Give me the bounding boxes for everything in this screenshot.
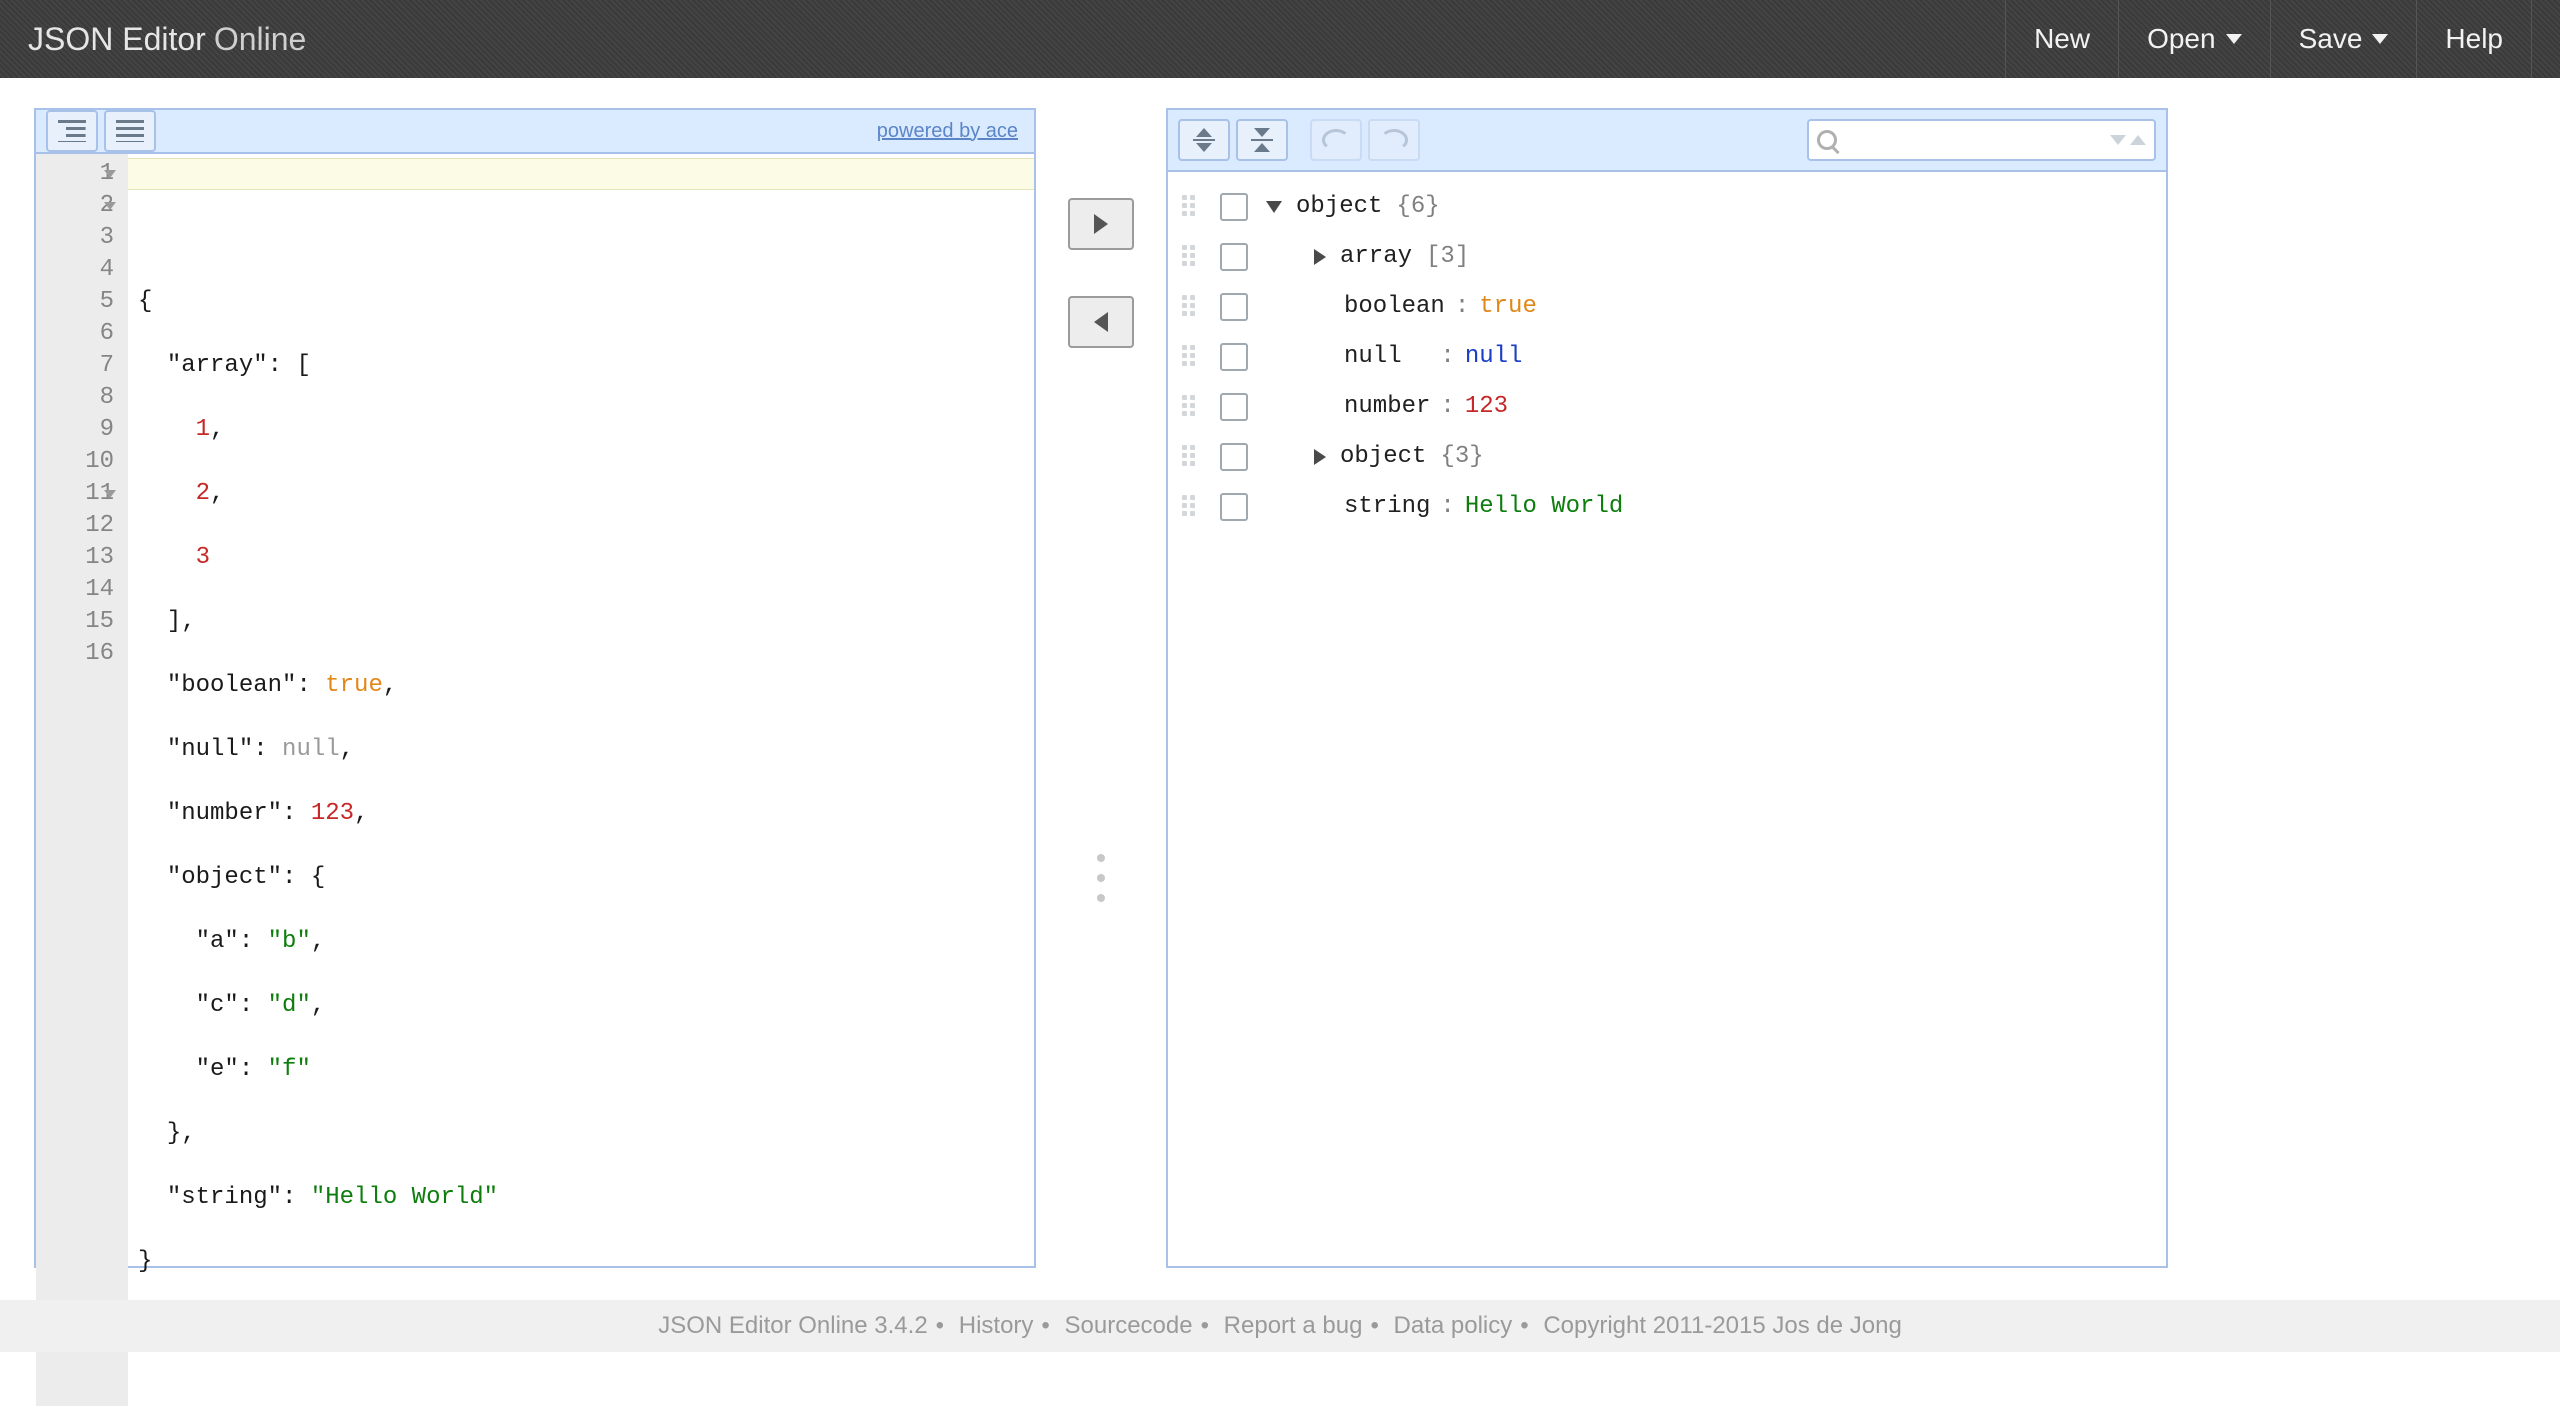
drag-handle-icon[interactable] <box>1182 345 1206 369</box>
tree-node-array[interactable]: array [3] <box>1182 232 2152 282</box>
arrow-left-icon <box>1094 312 1108 332</box>
dropdown-icon <box>2226 34 2242 44</box>
tree-value[interactable]: null <box>1465 332 1523 382</box>
drag-handle-icon[interactable] <box>1182 195 1206 219</box>
tree-node-null[interactable]: null : null <box>1182 332 2152 382</box>
menu-help[interactable]: Help <box>2416 0 2532 78</box>
separator: : <box>1402 332 1465 382</box>
compact-button[interactable] <box>104 110 156 152</box>
app-title-light: Online <box>214 21 307 58</box>
menu-save[interactable]: Save <box>2270 0 2417 78</box>
line-gutter: 1 2 3 4 5 6 7 8 9 10 11 12 13 14 15 16 <box>36 154 128 1406</box>
redo-button[interactable] <box>1368 119 1420 161</box>
undo-icon <box>1322 129 1350 151</box>
tree-key[interactable]: number <box>1344 382 1430 432</box>
tree-node-boolean[interactable]: boolean : true <box>1182 282 2152 332</box>
transfer-column <box>1036 108 1166 1268</box>
code-editor[interactable]: 1 2 3 4 5 6 7 8 9 10 11 12 13 14 15 16 {… <box>36 154 1034 1406</box>
tree-root[interactable]: object {6} <box>1182 182 2152 232</box>
redo-icon <box>1380 129 1408 151</box>
collapse-all-button[interactable] <box>1236 119 1288 161</box>
tree-toolbar <box>1168 110 2166 172</box>
caret-down-icon[interactable] <box>1266 201 1282 213</box>
tree-node-object[interactable]: object {3} <box>1182 432 2152 482</box>
format-button[interactable] <box>46 110 98 152</box>
expand-all-icon <box>1193 128 1215 152</box>
drag-handle-icon[interactable] <box>1182 445 1206 469</box>
collapse-all-icon <box>1251 128 1273 152</box>
main-area: powered by ace 1 2 3 4 5 6 7 8 9 10 11 1… <box>0 78 2560 1298</box>
caret-right-icon[interactable] <box>1314 449 1326 465</box>
compact-icon <box>116 120 144 142</box>
app-header: JSON Editor Online New Open Save Help <box>0 0 2560 78</box>
tree-node-string[interactable]: string : Hello World <box>1182 482 2152 532</box>
drag-handle-icon[interactable] <box>1182 395 1206 419</box>
footer-copyright: Copyright 2011-2015 Jos de Jong <box>1535 1312 1909 1339</box>
separator: : <box>1430 482 1464 532</box>
search-box[interactable] <box>1807 119 2156 161</box>
tree-key[interactable]: string <box>1344 482 1430 532</box>
node-menu-icon[interactable] <box>1220 393 1248 421</box>
drag-handle-icon[interactable] <box>1182 245 1206 269</box>
node-menu-icon[interactable] <box>1220 243 1248 271</box>
app-title-strong: JSON Editor <box>28 21 206 58</box>
caret-right-icon[interactable] <box>1314 249 1326 265</box>
node-menu-icon[interactable] <box>1220 343 1248 371</box>
main-menu: New Open Save Help <box>2005 0 2532 78</box>
undo-button[interactable] <box>1310 119 1362 161</box>
expand-all-button[interactable] <box>1178 119 1230 161</box>
node-menu-icon[interactable] <box>1220 193 1248 221</box>
fold-icon[interactable] <box>104 202 116 210</box>
code-panel: powered by ace 1 2 3 4 5 6 7 8 9 10 11 1… <box>34 108 1036 1268</box>
node-menu-icon[interactable] <box>1220 493 1248 521</box>
powered-by-link[interactable]: powered by ace <box>877 120 1018 143</box>
tree-editor[interactable]: object {6} array [3] boolean : true <box>1168 172 2166 1266</box>
search-next-icon[interactable] <box>2110 135 2126 145</box>
separator: : <box>1430 382 1464 432</box>
footer-bug-link[interactable]: Report a bug <box>1216 1312 1371 1339</box>
tree-root-label: object <box>1296 182 1382 232</box>
tree-value[interactable]: true <box>1479 282 1537 332</box>
footer-policy-link[interactable]: Data policy <box>1386 1312 1521 1339</box>
copy-left-button[interactable] <box>1068 296 1134 348</box>
node-menu-icon[interactable] <box>1220 443 1248 471</box>
footer-source-link[interactable]: Sourcecode <box>1057 1312 1201 1339</box>
separator: : <box>1445 282 1479 332</box>
fold-icon[interactable] <box>104 490 116 498</box>
splitter-handle[interactable] <box>1097 854 1105 902</box>
menu-open[interactable]: Open <box>2118 0 2270 78</box>
tree-meta: [3] <box>1426 232 1469 282</box>
search-icon <box>1817 130 1837 150</box>
menu-new[interactable]: New <box>2005 0 2118 78</box>
tree-key[interactable]: object <box>1340 432 1426 482</box>
code-toolbar: powered by ace <box>36 110 1034 154</box>
tree-root-count: {6} <box>1396 182 1439 232</box>
fold-icon[interactable] <box>104 170 116 178</box>
tree-key[interactable]: null <box>1344 332 1402 382</box>
drag-handle-icon[interactable] <box>1182 295 1206 319</box>
app-title: JSON Editor Online <box>28 21 306 58</box>
tree-meta: {3} <box>1440 432 1483 482</box>
search-input[interactable] <box>1845 129 2110 152</box>
tree-node-number[interactable]: number : 123 <box>1182 382 2152 432</box>
tree-value[interactable]: Hello World <box>1465 482 1623 532</box>
drag-handle-icon[interactable] <box>1182 495 1206 519</box>
arrow-right-icon <box>1094 214 1108 234</box>
active-line-highlight <box>128 158 1034 190</box>
tree-key[interactable]: array <box>1340 232 1412 282</box>
node-menu-icon[interactable] <box>1220 293 1248 321</box>
tree-value[interactable]: 123 <box>1465 382 1508 432</box>
copy-right-button[interactable] <box>1068 198 1134 250</box>
code-text[interactable]: { "array": [ 1, 2, 3 ], "boolean": true,… <box>128 154 1034 1406</box>
dropdown-icon <box>2372 34 2388 44</box>
tree-panel: object {6} array [3] boolean : true <box>1166 108 2168 1268</box>
format-icon <box>58 120 86 142</box>
search-prev-icon[interactable] <box>2130 135 2146 145</box>
tree-key[interactable]: boolean <box>1344 282 1445 332</box>
